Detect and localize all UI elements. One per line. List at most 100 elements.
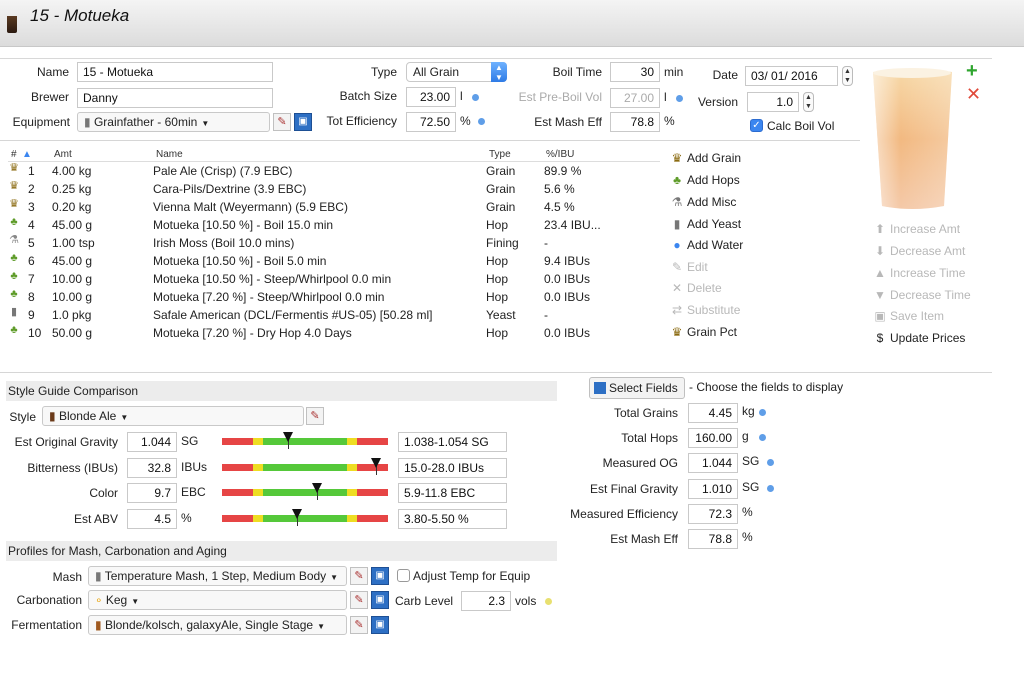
add-recipe-icon[interactable]: +	[966, 61, 978, 81]
add-water-button[interactable]: ● Add Water	[670, 238, 743, 252]
version-stepper[interactable]: ▲ ▼	[803, 92, 814, 112]
adjust-temp-checkbox[interactable]	[397, 569, 410, 582]
table-row[interactable]: ♣ 6 45.00 g Motueka [10.50 %] - Boil 5.0 mi…	[8, 252, 660, 270]
row-type: Grain	[486, 182, 516, 196]
col-type[interactable]: Type	[489, 149, 511, 160]
version-field[interactable]: 1.0	[747, 92, 799, 112]
fermentation-edit-button[interactable]: ✎	[350, 616, 368, 634]
boil-time-unit: min	[664, 65, 684, 79]
carbonation-select[interactable]: ∘ Keg ▼	[88, 590, 347, 610]
substitute-button[interactable]: ⇄ Substitute	[670, 303, 740, 317]
name-field[interactable]: 15 - Motueka	[77, 62, 273, 82]
row-name: Pale Ale (Crisp) (7.9 EBC)	[153, 164, 293, 178]
row-pct: 0.0 IBUs	[544, 290, 591, 304]
table-row[interactable]: ♣ 8 10.00 g Motueka [7.20 %] - Steep/Whirlp…	[8, 288, 660, 306]
add-yeast-button[interactable]: ▮ Add Yeast	[670, 217, 741, 231]
row-num: 1	[28, 164, 35, 178]
brewer-field[interactable]: Danny	[77, 88, 273, 108]
style-row-range: 3.80-5.50 %	[398, 508, 507, 529]
style-row-value: 32.8	[127, 457, 177, 478]
field-row-value: 1.044	[688, 453, 738, 474]
mash-eff-field[interactable]: 78.8	[610, 112, 660, 132]
grain-pct-button[interactable]: ♛ Grain Pct	[670, 325, 737, 339]
table-row[interactable]: ♣ 7 10.00 g Motueka [10.50 %] - Steep/Whirl…	[8, 270, 660, 288]
table-row[interactable]: ♣ 10 50.00 g Motueka [7.20 %] - Dry Hop 4.0…	[8, 324, 660, 342]
style-range-bar	[222, 514, 388, 522]
mash-select[interactable]: ▮ Temperature Mash, 1 Step, Medium Body ▼	[88, 566, 347, 586]
calc-boil-checkbox[interactable]: ✓	[750, 119, 763, 132]
fermentation-select[interactable]: ▮ Blonde/kolsch, galaxyAle, Single Stage…	[88, 615, 347, 635]
carbonation-save-button[interactable]: ▣	[371, 591, 389, 609]
brewer-label: Brewer	[30, 90, 69, 104]
add-hops-button[interactable]: ♣ Add Hops	[670, 173, 740, 187]
title-bar: 15 - Motueka	[0, 0, 1024, 47]
col-pct[interactable]: %/IBU	[546, 149, 574, 160]
grain-icon: ♛	[671, 325, 683, 339]
decrease-time-button[interactable]: ▼ Decrease Time	[873, 288, 971, 302]
equipment-edit-button[interactable]: ✎	[273, 113, 291, 131]
edit-button[interactable]: ✎ Edit	[670, 260, 708, 274]
info-dot-icon	[545, 598, 552, 605]
tot-efficiency-label: Tot Efficiency	[326, 114, 397, 128]
carbonation-edit-button[interactable]: ✎	[350, 591, 368, 609]
yeast-icon: ▮	[10, 306, 18, 318]
equipment-label: Equipment	[12, 115, 70, 129]
table-row[interactable]: ♛ 2 0.25 kg Cara-Pils/Dextrine (3.9 EBC) Gra…	[8, 180, 660, 198]
style-value: Blonde Ale	[58, 409, 117, 423]
col-num[interactable]: #	[11, 149, 17, 160]
style-row-unit: SG	[181, 434, 199, 448]
delete-button[interactable]: ✕ Delete	[670, 281, 722, 295]
col-amt[interactable]: Amt	[54, 149, 72, 160]
table-row[interactable]: ♛ 3 0.20 kg Vienna Malt (Weyermann) (5.9 EB…	[8, 198, 660, 216]
table-row[interactable]: ⚗ 5 1.00 tsp Irish Moss (Boil 10.0 mins) Fin…	[8, 234, 660, 252]
table-row[interactable]: ♣ 4 45.00 g Motueka [10.50 %] - Boil 15.0 m…	[8, 216, 660, 234]
decrease-amt-button[interactable]: ⬇ Decrease Amt	[873, 244, 965, 258]
row-name: Motueka [7.20 %] - Steep/Whirlpool 0.0 m…	[153, 290, 385, 304]
batch-size-field[interactable]: 23.00	[406, 87, 456, 107]
table-row[interactable]: ♛ 1 4.00 kg Pale Ale (Crisp) (7.9 EBC) Grain…	[8, 162, 660, 180]
tot-efficiency-field[interactable]: 72.50	[406, 112, 456, 132]
increase-amt-button[interactable]: ⬆ Increase Amt	[873, 222, 960, 236]
row-pct: 89.9 %	[544, 164, 582, 178]
save-item-button[interactable]: ▣ Save Item	[873, 309, 944, 323]
row-amt: 45.00 g	[52, 254, 93, 268]
mash-edit-button[interactable]: ✎	[350, 567, 368, 585]
increase-time-button[interactable]: ▲ Increase Time	[873, 266, 965, 280]
row-type: Hop	[486, 272, 509, 286]
style-select[interactable]: ▮ Blonde Ale ▼	[42, 406, 304, 426]
row-pct: 23.4 IBU...	[544, 218, 601, 232]
add-grain-button[interactable]: ♛ Add Grain	[670, 151, 741, 165]
arrow-down-icon: ⬇	[874, 244, 886, 258]
add-misc-button[interactable]: ⚗ Add Misc	[670, 195, 737, 209]
select-fields-button[interactable]: Select Fields	[589, 377, 685, 399]
boil-time-field[interactable]: 30	[610, 62, 660, 82]
table-row[interactable]: ▮ 9 1.0 pkg Safale American (DCL/Fermentis …	[8, 306, 660, 324]
date-label: Date	[712, 68, 738, 82]
row-num: 4	[28, 218, 35, 232]
row-amt: 1.00 tsp	[52, 236, 95, 250]
mash-save-button[interactable]: ▣	[371, 567, 389, 585]
col-name[interactable]: Name	[156, 149, 183, 160]
pre-boil-unit: l	[664, 90, 667, 104]
row-amt: 0.20 kg	[52, 200, 92, 214]
beer-glass-icon: ▮	[49, 409, 59, 423]
equipment-select[interactable]: ▮ Grainfather - 60min ▼	[77, 112, 270, 132]
grain-icon: ♛	[9, 162, 19, 174]
date-field[interactable]: 03/ 01/ 2016	[745, 66, 838, 86]
info-dot-icon	[759, 434, 766, 442]
pre-boil-label: Est Pre-Boil Vol	[518, 90, 602, 104]
update-prices-button[interactable]: $ Update Prices	[873, 331, 966, 345]
style-guide-header: Style Guide Comparison	[6, 381, 557, 401]
triangle-up-icon: ▲	[874, 266, 886, 280]
style-edit-button[interactable]: ✎	[306, 407, 324, 425]
hop-icon: ♣	[10, 252, 18, 264]
date-stepper[interactable]: ▲ ▼	[842, 66, 853, 86]
equipment-icon: ▮	[84, 115, 94, 129]
field-row-label: Total Hops	[621, 431, 678, 446]
close-icon[interactable]: ✕	[966, 84, 981, 105]
carb-level-field[interactable]: 2.3	[461, 591, 511, 611]
info-dot-icon	[767, 459, 774, 467]
type-select[interactable]: All Grain ▲ ▼	[406, 62, 507, 82]
fermentation-save-button[interactable]: ▣	[371, 616, 389, 634]
chevron-down-icon: ▼	[317, 622, 325, 631]
